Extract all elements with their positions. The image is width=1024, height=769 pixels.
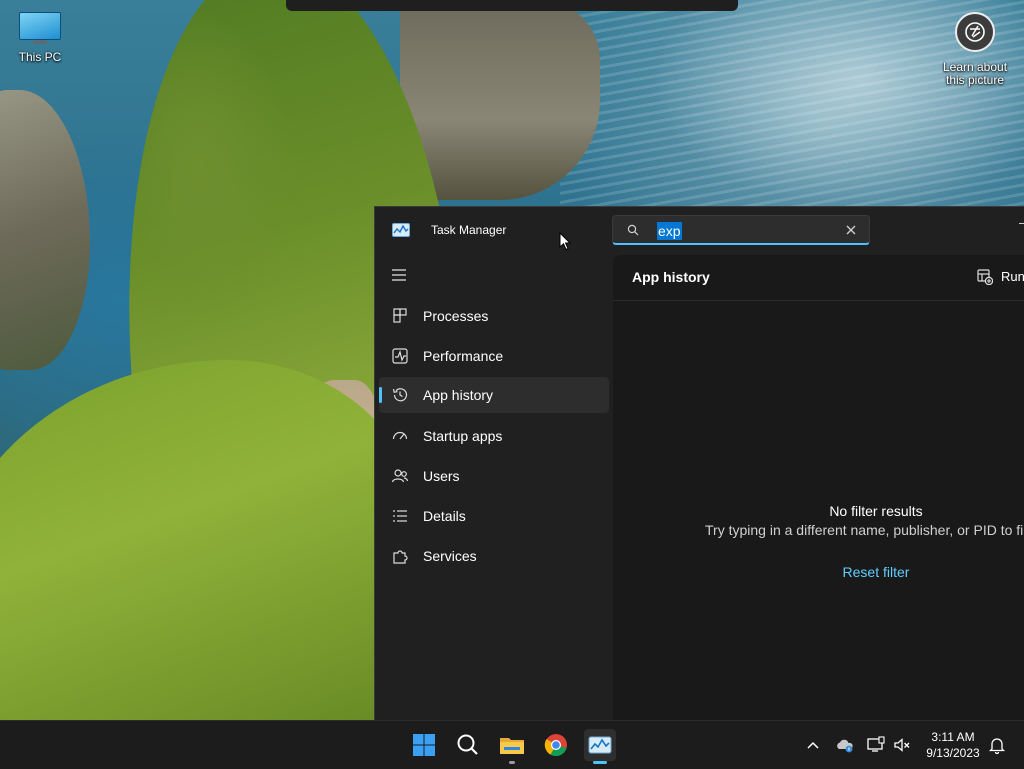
sidebar-item-performance[interactable]: Performance: [379, 338, 609, 374]
notification-bell-icon[interactable]: [987, 735, 1007, 755]
taskbar: 3:11 AM 9/13/2023: [0, 720, 1024, 769]
new-task-icon: [977, 269, 993, 285]
sidebar-item-startup-apps[interactable]: Startup apps: [379, 418, 609, 454]
content-pane: App history Run No filter results Try ty…: [613, 255, 1024, 721]
desktop-icon-this-pc[interactable]: This PC: [0, 12, 80, 64]
desktop-icon-label: This PC: [18, 50, 62, 64]
onedrive-icon[interactable]: [835, 735, 855, 755]
sidebar-item-label: Services: [423, 548, 477, 564]
minimize-button[interactable]: [1019, 223, 1024, 224]
list-icon: [393, 510, 407, 522]
volume-muted-icon[interactable]: [892, 735, 912, 755]
desktop-icon-learn-about-picture[interactable]: Learn about this picture: [935, 12, 1015, 87]
search-input[interactable]: exp: [657, 222, 682, 240]
sidebar-item-label: Performance: [423, 348, 504, 364]
clock-date: 9/13/2023: [926, 746, 980, 760]
performance-icon: [392, 348, 408, 364]
hamburger-menu-icon[interactable]: [391, 269, 407, 281]
active-indicator: [379, 387, 382, 403]
sidebar-item-services[interactable]: Services: [379, 538, 609, 574]
sidebar-item-processes[interactable]: Processes: [379, 298, 609, 334]
clock[interactable]: 3:11 AM 9/13/2023: [918, 729, 988, 761]
chevron-up-icon[interactable]: [803, 735, 823, 755]
app-running-indicator: [509, 761, 515, 764]
empty-state-subtitle: Try typing in a different name, publishe…: [705, 522, 1024, 538]
sidebar-item-users[interactable]: Users: [379, 458, 609, 494]
chrome-icon[interactable]: [540, 729, 572, 761]
sidebar-item-label: Startup apps: [423, 428, 503, 444]
puzzle-icon: [393, 550, 408, 564]
close-icon[interactable]: [845, 224, 857, 236]
sidebar-item-label: Processes: [423, 308, 489, 324]
reset-filter-link[interactable]: Reset filter: [843, 564, 910, 580]
search-box[interactable]: exp: [612, 215, 870, 245]
run-button-label: Run: [1001, 269, 1024, 284]
clock-time: 3:11 AM: [931, 730, 975, 744]
sidebar-item-label: App history: [423, 387, 494, 403]
app-active-indicator: [593, 761, 607, 764]
content-header: App history Run: [613, 255, 1024, 301]
sidebar-item-details[interactable]: Details: [379, 498, 609, 534]
file-explorer-icon[interactable]: [496, 729, 528, 761]
task-manager-icon: [588, 736, 612, 754]
task-manager-icon: [392, 223, 410, 237]
desktop-icon-label: this picture: [945, 73, 1005, 87]
search-icon[interactable]: [452, 729, 484, 761]
search-icon: [627, 224, 639, 236]
task-manager-taskbar-button[interactable]: [584, 729, 616, 761]
task-manager-window: Task Manager exp Processes Performance A…: [374, 206, 1024, 721]
gauge-icon: [392, 431, 408, 440]
page-title: App history: [632, 269, 710, 285]
title-bar[interactable]: Task Manager exp: [375, 207, 1024, 255]
history-icon: [392, 388, 408, 402]
users-icon: [391, 469, 409, 483]
camera-icon: [955, 12, 995, 52]
sidebar: Processes Performance App history Startu…: [375, 255, 613, 721]
sidebar-item-label: Details: [423, 508, 466, 524]
network-icon[interactable]: [866, 735, 886, 755]
window-title: Task Manager: [431, 223, 507, 237]
mouse-cursor-icon: [559, 232, 571, 251]
processes-icon: [393, 308, 407, 323]
snap-bar: [286, 0, 738, 11]
windows-start-icon[interactable]: [408, 729, 440, 761]
sidebar-item-app-history[interactable]: App history: [379, 377, 609, 413]
empty-state-title: No filter results: [829, 503, 923, 519]
monitor-icon: [19, 12, 61, 44]
sidebar-item-label: Users: [423, 468, 460, 484]
